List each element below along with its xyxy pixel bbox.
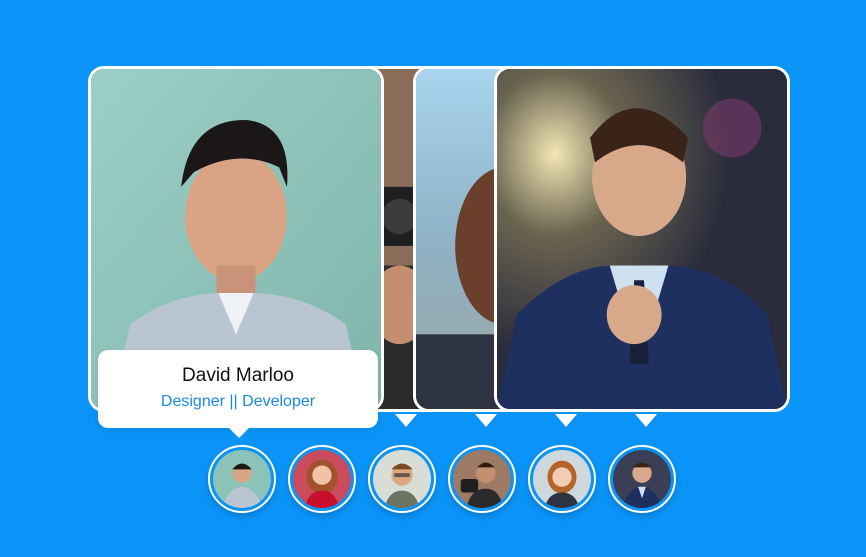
avatar-photo-2: [293, 450, 351, 508]
team-slider: David Marloo Designer || Developer: [0, 0, 866, 557]
avatar-2[interactable]: [288, 445, 356, 513]
avatar-photo-5: [533, 450, 591, 508]
card-pointer-5: [475, 414, 497, 427]
profile-info-card: David Marloo Designer || Developer: [98, 350, 378, 438]
card-pointer-7: [635, 414, 657, 427]
avatar-photo-1: [213, 450, 271, 508]
avatar-photo-4: [453, 450, 511, 508]
profile-photo-6: [497, 69, 787, 409]
avatar-photo-3: [373, 450, 431, 508]
avatar-6[interactable]: [608, 445, 676, 513]
avatar-5[interactable]: [528, 445, 596, 513]
card-pointer-4: [395, 414, 417, 427]
profile-role: Designer || Developer: [160, 393, 316, 410]
card-pointer-6: [555, 414, 577, 427]
avatar-3[interactable]: [368, 445, 436, 513]
avatar-1[interactable]: [208, 445, 276, 513]
avatar-photo-6: [613, 450, 671, 508]
profile-card-6[interactable]: [494, 66, 790, 412]
profile-name: David Marloo: [182, 365, 294, 386]
avatar-4[interactable]: [448, 445, 516, 513]
